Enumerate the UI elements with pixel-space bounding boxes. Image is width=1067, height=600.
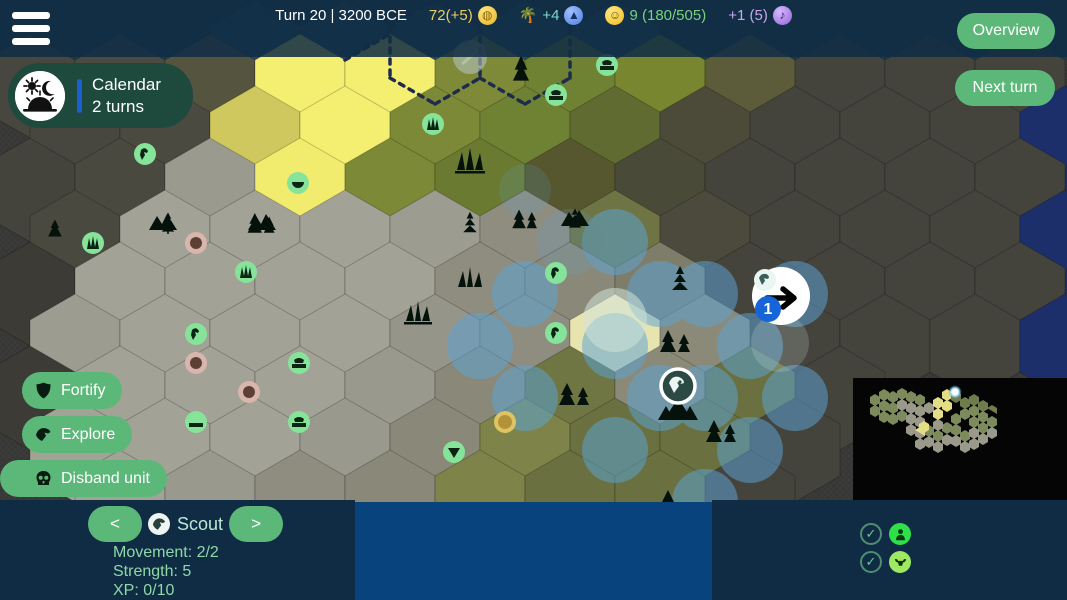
- citizen-icon: [889, 523, 911, 545]
- hamburger-menu-icon[interactable]: [12, 12, 50, 45]
- check-icon: ✓: [860, 523, 882, 545]
- bottom-center-panel: [355, 502, 712, 600]
- science-stat: 🌴 +4 ▲: [518, 5, 584, 25]
- fortify-label: Fortify: [61, 381, 106, 399]
- selected-unit-marker: [658, 367, 698, 420]
- research-progress-bar: [77, 78, 82, 113]
- unit-stat-xp: XP: 0/10: [113, 581, 175, 599]
- unit-stats: Movement: 2/2 Strength: 5 XP: 0/10: [113, 544, 219, 600]
- unit-title: Scout: [148, 513, 223, 535]
- next-turn-button[interactable]: Next turn: [955, 70, 1055, 106]
- research-info: Calendar 2 turns: [92, 74, 161, 117]
- unit-action-buttons: Fortify Explore Disband unit: [0, 372, 167, 504]
- next-unit-button[interactable]: >: [229, 506, 284, 542]
- research-turns: 2 turns: [92, 96, 144, 116]
- unit-name: Scout: [177, 513, 224, 534]
- hamburger-line: [12, 25, 50, 32]
- palm-tree-icon: 🌴: [518, 7, 538, 24]
- disband-unit-button[interactable]: Disband unit: [0, 460, 167, 497]
- culture-stat: +1 (5) ♪: [728, 5, 792, 25]
- top-status-bar: Turn 20 | 3200 BCE 72(+5) ◍ 🌴 +4 ▲ ☺ 9 (…: [0, 0, 1067, 57]
- science-flask-icon: ▲: [564, 5, 584, 25]
- unit-info-panel: < Scout > Movement: 2/2 Strength: 5 XP: …: [0, 500, 355, 600]
- svg-text:1: 1: [764, 301, 773, 318]
- happiness-value: 9 (180/505): [629, 6, 707, 24]
- hamburger-line: [12, 38, 50, 45]
- sun-moon-calendar-icon: [15, 70, 65, 121]
- unit-stat-movement: Movement: 2/2: [113, 544, 219, 561]
- happiness-stat: ☺ 9 (180/505): [605, 5, 707, 25]
- indicator-row-citizen[interactable]: ✓: [860, 523, 911, 545]
- scout-bird-icon: [35, 426, 52, 443]
- notifications-panel: ✓ ✓: [712, 500, 1067, 600]
- research-name: Calendar: [92, 75, 161, 95]
- game-screen: 1 Turn 20 | 3200 BCE 72(+5) ◍ 🌴 +4 ▲ ☺ 9…: [0, 0, 1067, 600]
- movement-target-indicator: 1: [752, 267, 810, 325]
- minimap[interactable]: [853, 378, 1067, 500]
- check-icon: ✓: [860, 551, 882, 573]
- music-note-icon: ♪: [772, 5, 792, 25]
- culture-value: +1 (5): [728, 6, 768, 24]
- happy-face-icon: ☺: [605, 5, 625, 25]
- resource-stats: Turn 20 | 3200 BCE 72(+5) ◍ 🌴 +4 ▲ ☺ 9 (…: [0, 0, 1067, 30]
- explore-button[interactable]: Explore: [22, 416, 133, 453]
- previous-unit-button[interactable]: <: [88, 506, 142, 542]
- unit-selector: < Scout >: [88, 506, 284, 542]
- indicator-row-livestock[interactable]: ✓: [860, 551, 911, 573]
- livestock-icon: [889, 551, 911, 573]
- fortify-button[interactable]: Fortify: [22, 372, 123, 409]
- unit-stat-strength: Strength: 5: [113, 562, 192, 580]
- gold-stat: 72(+5) ◍: [428, 5, 497, 25]
- turn-indicator-list: ✓ ✓: [860, 523, 911, 579]
- gold-value: 72(+5): [428, 6, 473, 24]
- science-value: +4: [542, 6, 560, 24]
- research-panel[interactable]: Calendar 2 turns: [8, 63, 193, 128]
- gold-coin-icon: ◍: [477, 5, 497, 25]
- disband-label: Disband unit: [61, 469, 150, 487]
- shield-icon: [35, 382, 52, 399]
- turn-counter: Turn 20 | 3200 BCE: [275, 6, 407, 24]
- explore-label: Explore: [61, 425, 116, 443]
- scout-bird-icon: [148, 513, 170, 535]
- skull-icon: [35, 470, 52, 487]
- overview-button[interactable]: Overview: [957, 13, 1055, 49]
- hamburger-line: [12, 12, 50, 19]
